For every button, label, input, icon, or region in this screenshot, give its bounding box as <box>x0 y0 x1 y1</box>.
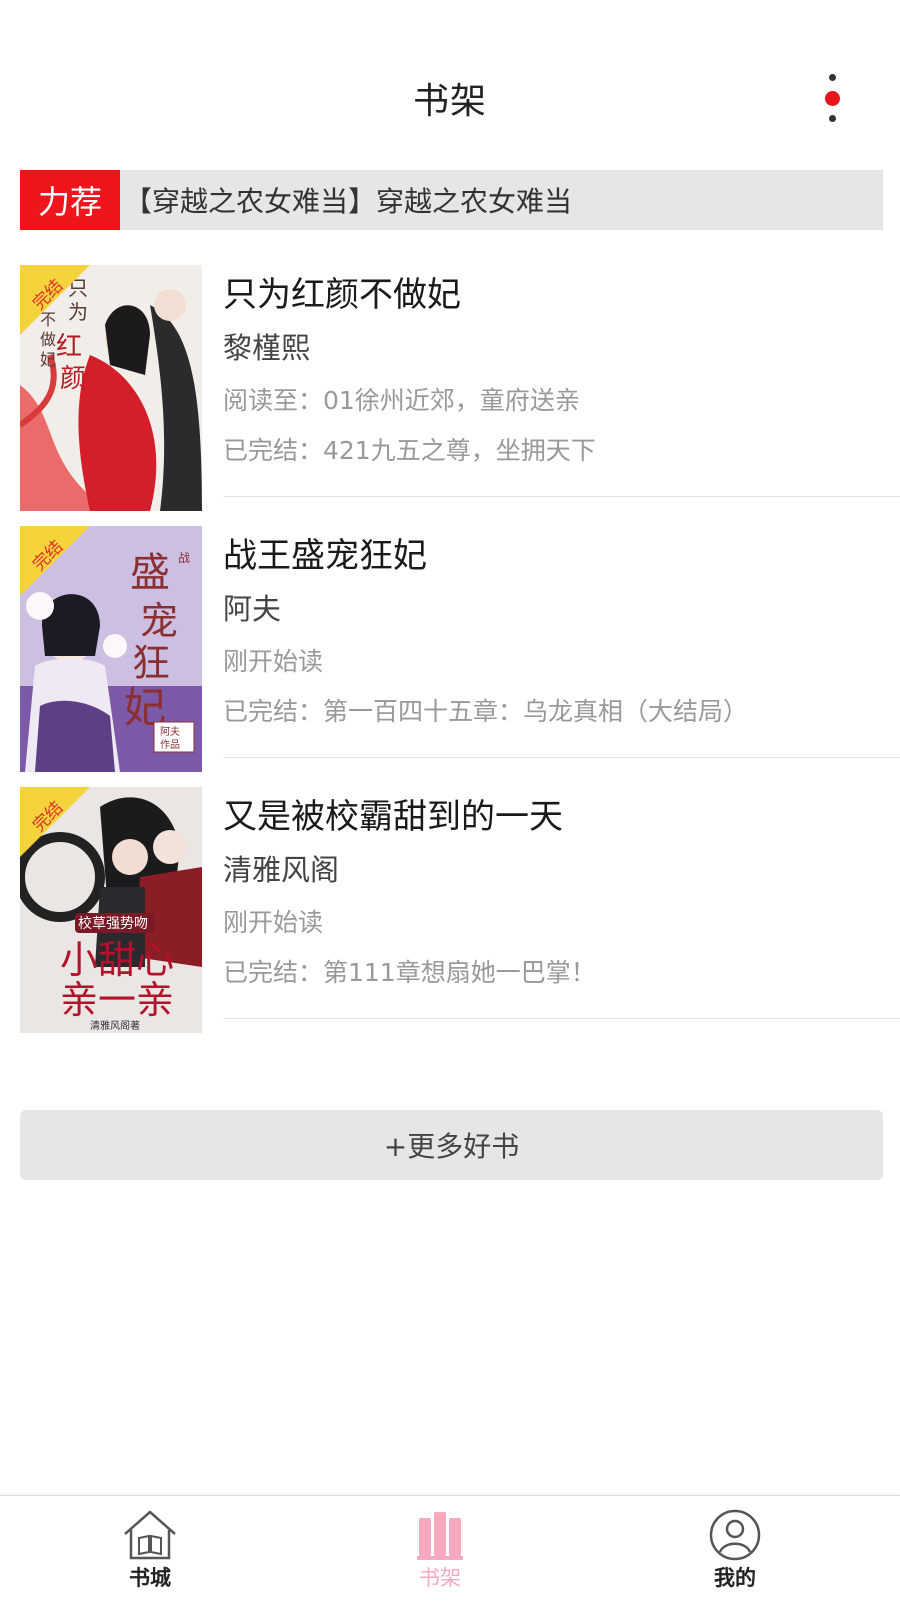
svg-text:亲一亲: 亲一亲 <box>60 978 174 1022</box>
user-profile-icon <box>709 1509 761 1561</box>
svg-text:狂: 狂 <box>132 641 170 685</box>
svg-text:宠: 宠 <box>140 599 178 643</box>
book-author: 黎槿熙 <box>223 331 311 365</box>
book-cover[interactable]: 只 为 红 颜 不 做 妃 完结 <box>20 265 202 511</box>
reading-progress: 刚开始读 <box>223 647 324 676</box>
menu-dot <box>828 115 836 122</box>
latest-chapter: 已完结：第一百四十五章：乌龙真相（大结局） <box>223 697 749 726</box>
recommend-banner[interactable]: 力荐 【穿越之农女难当】穿越之农女难当 <box>20 170 883 230</box>
book-title: 又是被校霸甜到的一天 <box>223 797 563 837</box>
book-cover[interactable]: 校草强势吻 小甜心 亲一亲 清雅风阁著 完结 <box>20 787 202 1033</box>
svg-text:作品: 作品 <box>160 739 180 751</box>
more-books-button[interactable]: +更多好书 <box>20 1110 883 1180</box>
bookshelf-icon <box>417 1512 463 1560</box>
book-author: 清雅风阁 <box>223 853 340 887</box>
reading-progress: 刚开始读 <box>223 908 324 937</box>
bottom-tab-bar: 书城 书架 我的 <box>0 1495 900 1601</box>
svg-text:红: 红 <box>56 332 82 362</box>
tab-label: 书城 <box>129 1566 171 1590</box>
svg-text:做: 做 <box>40 330 56 349</box>
tab-bookshelf[interactable]: 书架 <box>290 1496 590 1601</box>
more-vertical-icon[interactable] <box>820 74 844 122</box>
book-title: 只为红颜不做妃 <box>223 275 461 315</box>
page-title: 书架 <box>412 81 487 122</box>
book-item[interactable]: 盛 宠 狂 妃 战 阿夫 作品 完结 战王盛宠狂妃 阿夫 刚开始读 已完结：第一… <box>0 526 900 772</box>
latest-chapter: 已完结：421九五之尊，坐拥天下 <box>223 436 596 465</box>
tab-label: 书架 <box>419 1566 461 1590</box>
latest-chapter: 已完结：第111章想扇她一巴掌！ <box>223 958 596 987</box>
book-title: 战王盛宠狂妃 <box>223 536 427 576</box>
tab-bookstore[interactable]: 书城 <box>0 1496 300 1601</box>
book-author: 阿夫 <box>223 592 282 626</box>
tab-label: 我的 <box>714 1566 756 1590</box>
svg-text:清雅风阁著: 清雅风阁著 <box>90 1019 140 1032</box>
svg-text:阿夫: 阿夫 <box>160 726 180 738</box>
divider <box>223 1018 900 1019</box>
menu-notification-dot <box>824 90 840 106</box>
svg-text:颜: 颜 <box>60 364 86 394</box>
svg-text:盛: 盛 <box>130 550 170 596</box>
top-header: 书架 <box>0 0 900 150</box>
svg-text:妃: 妃 <box>40 350 56 369</box>
svg-text:小甜心: 小甜心 <box>60 938 174 982</box>
divider <box>223 757 900 758</box>
divider <box>223 496 900 497</box>
menu-dot <box>828 74 836 81</box>
svg-text:战: 战 <box>178 551 190 565</box>
svg-text:为: 为 <box>68 300 88 324</box>
reading-progress: 阅读至：01徐州近郊，童府送亲 <box>223 386 580 415</box>
book-item[interactable]: 校草强势吻 小甜心 亲一亲 清雅风阁著 完结 又是被校霸甜到的一天 清雅风阁 刚… <box>0 787 900 1033</box>
tab-profile[interactable]: 我的 <box>585 1496 885 1601</box>
bookstore-house-icon <box>124 1510 176 1560</box>
book-cover[interactable]: 盛 宠 狂 妃 战 阿夫 作品 完结 <box>20 526 202 772</box>
recommend-tag: 力荐 <box>20 170 120 230</box>
book-item[interactable]: 只 为 红 颜 不 做 妃 完结 只为红颜不做妃 黎槿熙 阅读至：01徐州近郊，… <box>0 265 900 511</box>
svg-text:校草强势吻: 校草强势吻 <box>78 915 148 932</box>
recommend-text: 【穿越之农女难当】穿越之农女难当 <box>124 185 573 218</box>
